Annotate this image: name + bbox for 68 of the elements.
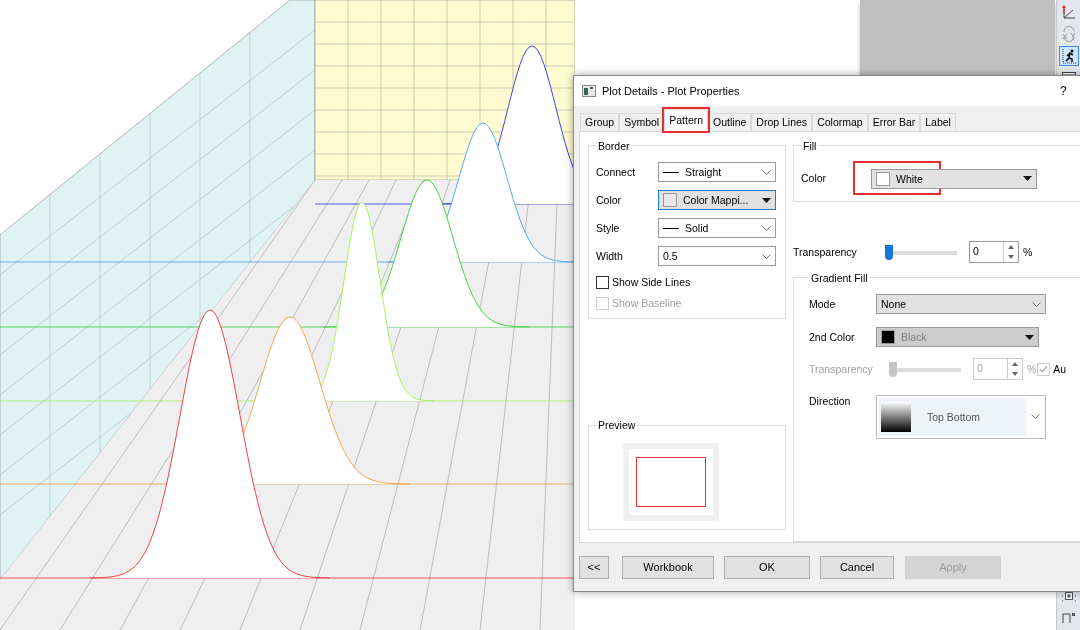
gradient-icon: [881, 401, 911, 432]
rotate-xy-icon: [1060, 26, 1077, 42]
chevron-down-icon: [762, 169, 771, 175]
axes-icon: [1060, 4, 1077, 20]
field-label: Color: [801, 171, 828, 184]
line-style-icon: [663, 227, 679, 229]
group-title: Preview: [597, 419, 637, 432]
corner-icon: [1060, 611, 1077, 625]
runner-icon: [1060, 48, 1077, 64]
unit-label: %: [1027, 363, 1037, 376]
field-label: Style: [596, 222, 621, 235]
direction-dropdown[interactable]: Top Bottom: [876, 394, 1046, 439]
group-title: Gradient Fill: [810, 271, 869, 284]
help-button[interactable]: ?: [1060, 83, 1080, 98]
dialog-button[interactable]: Workbook: [622, 555, 714, 579]
tab[interactable]: Drop Lines: [751, 112, 813, 131]
spin-down-icon[interactable]: [1008, 255, 1014, 260]
dropdown[interactable]: Straight: [658, 162, 776, 183]
dialog-app-icon: [582, 84, 596, 97]
checkbox-label: Au: [1053, 363, 1067, 376]
dropdown[interactable]: White: [871, 168, 1037, 189]
line-style-icon: [663, 171, 679, 173]
checkbox-label: Show Baseline: [612, 297, 682, 310]
unit-label: %: [1023, 246, 1033, 259]
field-label: Mode: [809, 298, 837, 311]
number-field[interactable]: 0: [969, 241, 1019, 264]
dropdown[interactable]: None: [876, 294, 1046, 315]
checkbox[interactable]: [596, 275, 609, 289]
field-label: Direction: [809, 394, 852, 407]
checkbox-label: Show Side Lines: [612, 276, 691, 289]
spin-up-icon[interactable]: [1012, 362, 1018, 367]
field-label: Connect: [596, 166, 637, 179]
dropdown-arrow-icon: [1025, 334, 1034, 340]
chevron-down-icon: [1032, 301, 1041, 307]
spin-down-icon[interactable]: [1012, 372, 1018, 377]
tab[interactable]: Error Bar: [867, 112, 921, 131]
color-swatch: [663, 193, 677, 208]
tab[interactable]: Symbol: [619, 112, 665, 131]
field-label: Transparency: [809, 363, 874, 376]
group-title: Fill: [802, 139, 818, 152]
chevron-down-icon: [1030, 414, 1040, 420]
dialog-button[interactable]: Cancel: [820, 555, 894, 579]
field-label: Color: [596, 194, 623, 207]
window-title: Plot Details - Plot Properties: [602, 84, 741, 97]
dropdown[interactable]: Color Mappi...: [658, 190, 776, 211]
spin-up-icon[interactable]: [1008, 245, 1014, 250]
color-swatch: [881, 330, 895, 345]
dialog-button[interactable]: <<: [579, 555, 609, 579]
tab[interactable]: Label: [920, 112, 956, 131]
dropdown[interactable]: 0.5: [658, 246, 776, 267]
dropdown-arrow-icon: [1023, 176, 1032, 182]
toolbar-button[interactable]: [1058, 46, 1079, 66]
field-label: Transparency: [793, 246, 858, 259]
field-label: Width: [596, 250, 624, 263]
chevron-down-icon: [762, 253, 771, 259]
preview-rectangle: [636, 457, 706, 508]
tab[interactable]: Outline: [708, 112, 752, 131]
tab[interactable]: Pattern: [664, 108, 709, 131]
dialog-button[interactable]: OK: [724, 555, 810, 579]
slider-thumb[interactable]: [885, 244, 893, 260]
group-title: Border: [597, 139, 631, 152]
tab[interactable]: Colormap: [812, 112, 868, 131]
chevron-down-icon: [762, 225, 771, 231]
tab[interactable]: Group: [580, 112, 620, 131]
field-label: 2nd Color: [809, 331, 856, 344]
dropdown-arrow-icon: [762, 197, 771, 203]
color-swatch: [876, 171, 890, 186]
dropdown[interactable]: Solid: [658, 218, 776, 239]
